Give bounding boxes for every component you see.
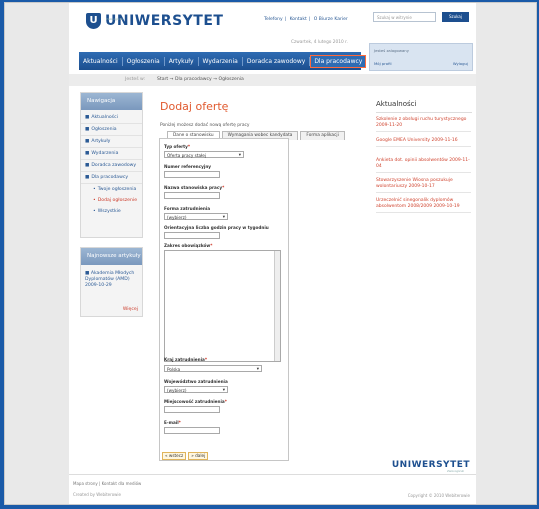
bullet-icon: • [93, 209, 96, 214]
login-panel: Jesteś zalogowany Mój profil Wyloguj [369, 43, 473, 71]
bullet-icon: ■ [85, 127, 90, 132]
bullet-icon: ■ [85, 163, 90, 168]
current-date: Czwartek, 4 lutego 2010 r. [291, 40, 348, 45]
sidebar-nav-title: Nawigacja [81, 93, 142, 110]
browser-frame: U UNIWERSYTET Zielonogórski Telefony | Ko… [4, 2, 537, 505]
site-logo[interactable]: U UNIWERSYTET [86, 13, 223, 29]
voivodeship-select[interactable]: (wybierz) [164, 386, 228, 394]
footer-link-sitemap[interactable]: Mapa strony [73, 481, 98, 486]
duties-label: Zakres obowiązków* [164, 243, 213, 248]
bullet-icon: ■ [85, 115, 90, 120]
sidebar-latest-articles: Najnowsze artykuły ■ Akademia Młodych Dy… [80, 247, 143, 317]
latest-articles-title: Najnowsze artykuły [81, 248, 142, 265]
news-divider [376, 112, 472, 113]
top-link-phones[interactable]: Telefony [264, 17, 283, 22]
email-label: E-mail* [164, 420, 181, 425]
employment-label: Forma zatrudnienia [164, 206, 211, 211]
news-item[interactable]: Stowarzyszenie Wiosna poszukuje wolontar… [376, 178, 471, 193]
sidebar-subitem-add-ad[interactable]: • Dodaj ogłoszenie [81, 195, 142, 206]
logo-subtitle: Zielonogórski [106, 18, 123, 21]
position-label: Nazwa stanowiska pracy* [164, 185, 225, 190]
sidebar-subitem-all[interactable]: • Wszystkie [81, 206, 142, 217]
latest-article-item[interactable]: ■ Akademia Młodych Dyplomatów (AMD) 2009… [85, 271, 138, 289]
news-item[interactable]: Google EMEA University 2009-11-16 [376, 138, 471, 147]
textarea-scrollbar[interactable] [274, 251, 280, 361]
city-input[interactable] [164, 406, 220, 413]
top-links: Telefony | Kontakt | O Biurze Karier [264, 17, 348, 22]
hours-input[interactable] [164, 232, 220, 239]
search-input[interactable]: Szukaj w witrynie [373, 12, 436, 22]
city-label: Miejscowość zatrudnienia* [164, 399, 227, 404]
footer-logo-subtitle: Zielonogórski [447, 470, 464, 473]
form-buttons: « wstecz » dalej [162, 452, 210, 460]
country-select[interactable]: Polska [164, 365, 262, 373]
page-intro: Poniżej możesz dodać nową ofertę pracy [160, 123, 250, 128]
type-label: Typ oferty* [164, 144, 191, 149]
page: U UNIWERSYTET Zielonogórski Telefony | Ko… [69, 3, 476, 504]
sidebar-navigation: Nawigacja ■ Aktualności ■ Ogłoszenia ■ Arty… [80, 92, 143, 238]
top-link-contact[interactable]: Kontakt [290, 17, 307, 22]
nav-events[interactable]: Wydarzenia [199, 56, 243, 66]
news-title: Aktualności [376, 100, 417, 108]
footer-logo: UNIWERSYTET [391, 460, 470, 470]
sidebar-item-advisor[interactable]: ■ Doradca zawodowy [81, 160, 142, 172]
sidebar-item-articles[interactable]: ■ Artykuły [81, 136, 142, 148]
nav-employer[interactable]: Dla pracodawcy [310, 54, 367, 68]
position-input[interactable] [164, 192, 220, 199]
footer-divider [69, 474, 476, 475]
nav-articles[interactable]: Artykuły [165, 56, 199, 66]
search-button[interactable]: Szukaj [442, 12, 469, 22]
bullet-icon: ■ [85, 139, 90, 144]
country-label: Kraj zatrudnienia* [164, 357, 208, 362]
footer-links: Mapa strony | Kontakt dla mediów [73, 481, 142, 486]
nav-news[interactable]: Aktualności [79, 56, 123, 66]
breadcrumb: Jesteś w: Start → Dla pracodawcy → Ogłos… [69, 74, 476, 86]
next-button[interactable]: » dalej [188, 452, 209, 460]
bullet-icon: • [93, 187, 96, 192]
news-item[interactable]: Szkolenie z obsługi ruchu turystycznego … [376, 117, 471, 132]
logged-in-label: Jesteś zalogowany [374, 48, 409, 53]
bullet-icon: ■ [85, 175, 90, 180]
news-item[interactable]: Ankieta dot. opinii absolwentów 2009-11-… [376, 158, 471, 173]
offer-form: Typ oferty* Oferta pracy stałej Numer re… [159, 138, 289, 461]
footer-created: Created by Webiterowie [73, 492, 121, 497]
voivodeship-label: Województwo zatrudnienia [164, 379, 228, 384]
logo-emblem-icon: U [86, 13, 101, 29]
bullet-icon: ■ [85, 151, 90, 156]
tab-application[interactable]: Forma aplikacji [300, 131, 345, 140]
page-title: Dodaj ofertę [160, 100, 229, 113]
sidebar-item-employer[interactable]: ■ Dla pracodawcy [81, 172, 142, 184]
sidebar-subitem-your-ads[interactable]: • Twoje ogłoszenia [81, 184, 142, 195]
offer-type-select[interactable]: Oferta pracy stałej [164, 151, 244, 159]
nav-ads[interactable]: Ogłoszenia [123, 56, 165, 66]
logout-link[interactable]: Wyloguj [453, 61, 468, 66]
back-button[interactable]: « wstecz [162, 452, 187, 460]
ref-number-input[interactable] [164, 171, 220, 178]
sidebar-item-news[interactable]: ■ Aktualności [81, 112, 142, 124]
news-item[interactable]: Urzeczelnić sinegonalik dyplomów absolwe… [376, 198, 471, 213]
logo-text: UNIWERSYTET [105, 13, 224, 29]
footer-link-media[interactable]: Kontakt dla mediów [102, 481, 142, 486]
employment-select[interactable]: (wybierz) [164, 213, 228, 221]
more-articles-link[interactable]: Więcej [123, 307, 138, 312]
duties-textarea[interactable] [164, 250, 281, 362]
hours-label: Orientacyjna liczba godzin pracy w tygod… [164, 225, 269, 230]
sidebar-item-ads[interactable]: ■ Ogłoszenia [81, 124, 142, 136]
bullet-icon: • [93, 198, 96, 203]
my-profile-link[interactable]: Mój profil [374, 61, 392, 66]
sidebar-item-events[interactable]: ■ Wydarzenia [81, 148, 142, 160]
email-input[interactable] [164, 427, 220, 434]
breadcrumb-label: Jesteś w: [125, 77, 146, 82]
main-nav: Aktualności Ogłoszenia Artykuły Wydarzen… [79, 52, 367, 70]
nav-advisor[interactable]: Doradca zawodowy [243, 56, 311, 66]
ref-number-label: Numer referencyjny [164, 164, 212, 169]
top-link-about[interactable]: O Biurze Karier [314, 17, 348, 22]
breadcrumb-path[interactable]: Start → Dla pracodawcy → Ogłoszenia [157, 74, 244, 86]
footer-copyright: Copyright © 2010 Webiterowie [407, 493, 470, 498]
